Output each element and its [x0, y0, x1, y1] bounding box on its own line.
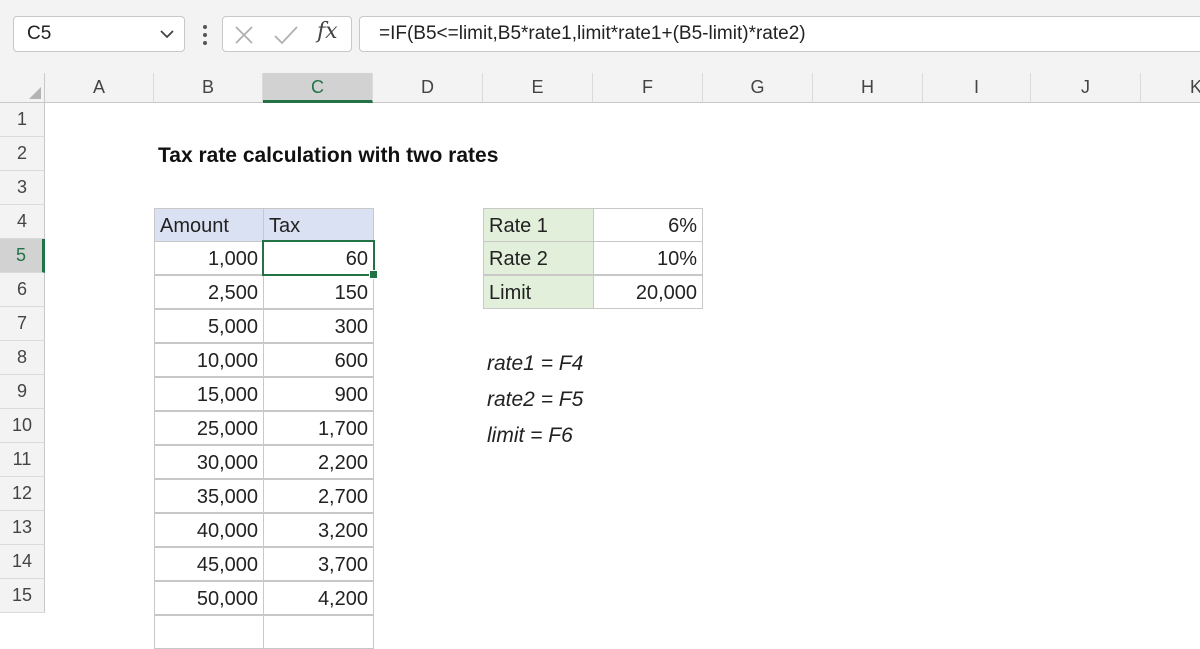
row-header-15[interactable]: 15: [0, 579, 45, 613]
column-header-a[interactable]: A: [45, 73, 154, 103]
tax-cell[interactable]: 900: [263, 377, 374, 411]
row-header-7[interactable]: 7: [0, 307, 45, 341]
sheet-title[interactable]: Tax rate calculation with two rates: [158, 144, 498, 168]
amount-cell-empty[interactable]: [154, 615, 264, 649]
tax-cell[interactable]: 1,700: [263, 411, 374, 445]
tax-cell[interactable]: 2,700: [263, 479, 374, 513]
column-header-i[interactable]: I: [923, 73, 1031, 103]
amount-cell[interactable]: 40,000: [154, 513, 264, 547]
column-header-b[interactable]: B: [154, 73, 263, 103]
row-header-12[interactable]: 12: [0, 477, 45, 511]
chevron-down-icon[interactable]: [158, 25, 176, 43]
fill-handle[interactable]: [369, 270, 378, 279]
amount-header-cell[interactable]: Amount: [154, 208, 264, 242]
tax-cell[interactable]: 4,200: [263, 581, 374, 615]
row-header-6[interactable]: 6: [0, 273, 45, 307]
row-header-14[interactable]: 14: [0, 545, 45, 579]
column-header-k[interactable]: K: [1141, 73, 1200, 103]
cancel-icon[interactable]: [233, 24, 255, 46]
amount-cell[interactable]: 30,000: [154, 445, 264, 479]
formula-bar: C5 fx =IF(B5<=limit,B5*rate1,limit*rate1…: [0, 0, 1200, 73]
amount-cell[interactable]: 1,000: [154, 241, 264, 275]
amount-cell[interactable]: 25,000: [154, 411, 264, 445]
select-all-button[interactable]: [0, 73, 45, 103]
param-value-rate1[interactable]: 6%: [593, 208, 703, 242]
select-all-triangle-icon: [29, 87, 41, 99]
tax-cell-empty[interactable]: [263, 615, 374, 649]
column-header-c[interactable]: C: [263, 73, 373, 103]
row-header-1[interactable]: 1: [0, 103, 45, 137]
column-header-e[interactable]: E: [483, 73, 593, 103]
tax-cell[interactable]: 600: [263, 343, 374, 377]
column-header-d[interactable]: D: [373, 73, 483, 103]
name-box[interactable]: C5: [13, 16, 185, 52]
more-options-icon[interactable]: [202, 24, 208, 46]
tax-header-cell[interactable]: Tax: [263, 208, 374, 242]
amount-cell[interactable]: 45,000: [154, 547, 264, 581]
amount-cell[interactable]: 15,000: [154, 377, 264, 411]
tax-cell[interactable]: 3,700: [263, 547, 374, 581]
row-header-3[interactable]: 3: [0, 171, 45, 205]
row-header-13[interactable]: 13: [0, 511, 45, 545]
tax-cell[interactable]: 3,200: [263, 513, 374, 547]
row-header-8[interactable]: 8: [0, 341, 45, 375]
column-header-h[interactable]: H: [813, 73, 923, 103]
param-label-rate1[interactable]: Rate 1: [483, 208, 594, 242]
row-header-10[interactable]: 10: [0, 409, 45, 443]
formula-input[interactable]: =IF(B5<=limit,B5*rate1,limit*rate1+(B5-l…: [359, 16, 1200, 52]
param-value-limit[interactable]: 20,000: [593, 275, 703, 309]
formula-controls: fx: [222, 16, 352, 52]
insert-function-button[interactable]: fx: [317, 19, 338, 44]
row-header-5[interactable]: 5: [0, 239, 45, 273]
row-header-11[interactable]: 11: [0, 443, 45, 477]
column-header-g[interactable]: G: [703, 73, 813, 103]
column-header-j[interactable]: J: [1031, 73, 1141, 103]
enter-check-icon[interactable]: [273, 24, 299, 46]
param-value-rate2[interactable]: 10%: [593, 241, 703, 275]
note-rate1[interactable]: rate1 = F4: [487, 352, 583, 376]
active-cell-selection: [262, 240, 375, 276]
amount-cell[interactable]: 2,500: [154, 275, 264, 309]
name-box-value: C5: [27, 23, 52, 44]
note-rate2[interactable]: rate2 = F5: [487, 388, 583, 412]
param-label-rate2[interactable]: Rate 2: [483, 241, 594, 275]
amount-cell[interactable]: 10,000: [154, 343, 264, 377]
row-header-2[interactable]: 2: [0, 137, 45, 171]
amount-cell[interactable]: 35,000: [154, 479, 264, 513]
tax-cell[interactable]: 300: [263, 309, 374, 343]
tax-cell[interactable]: 150: [263, 275, 374, 309]
row-header-9[interactable]: 9: [0, 375, 45, 409]
tax-cell[interactable]: 2,200: [263, 445, 374, 479]
row-header-4[interactable]: 4: [0, 205, 45, 239]
amount-cell[interactable]: 50,000: [154, 581, 264, 615]
column-header-f[interactable]: F: [593, 73, 703, 103]
formula-text: =IF(B5<=limit,B5*rate1,limit*rate1+(B5-l…: [379, 23, 806, 44]
note-limit[interactable]: limit = F6: [487, 424, 573, 448]
amount-cell[interactable]: 5,000: [154, 309, 264, 343]
param-label-limit[interactable]: Limit: [483, 275, 594, 309]
